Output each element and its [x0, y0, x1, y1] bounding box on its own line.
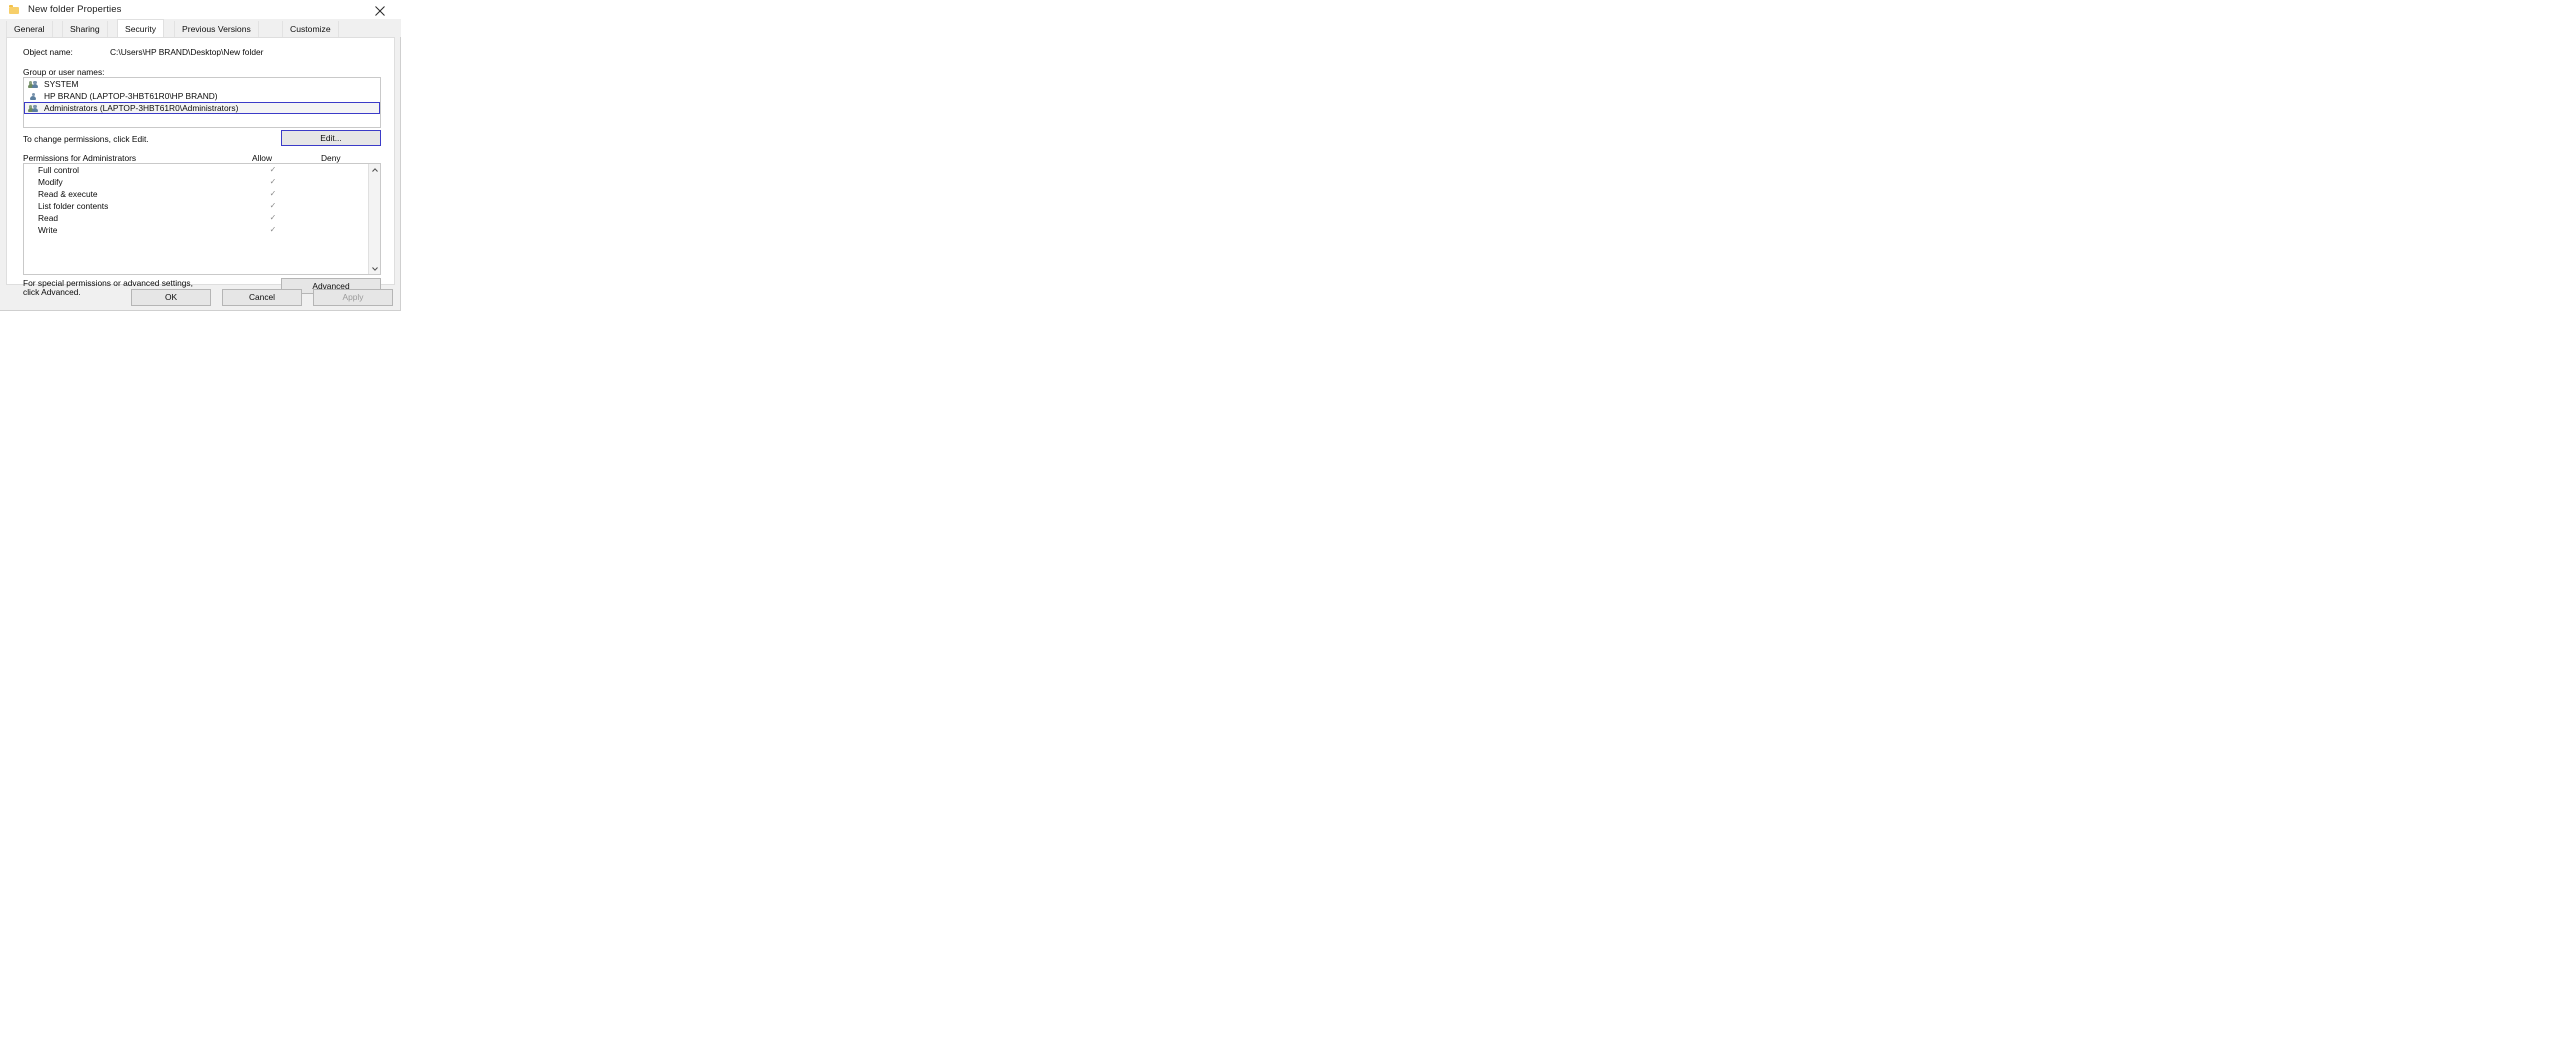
table-row[interactable]: Modify ✓: [24, 176, 380, 188]
list-item-label: SYSTEM: [44, 79, 79, 89]
table-row[interactable]: Read ✓: [24, 212, 380, 224]
permissions-title: Permissions for Administrators: [23, 153, 137, 163]
apply-button: Apply: [313, 289, 393, 306]
permissions-list[interactable]: Full control ✓ Modify ✓ Read & execute ✓…: [23, 163, 381, 275]
column-header-deny: Deny: [321, 153, 341, 163]
security-panel: Object name: C:\Users\HP BRAND\Desktop\N…: [6, 37, 395, 297]
scrollbar-thumb[interactable]: [369, 175, 380, 225]
permission-name: Write: [38, 225, 58, 235]
group-or-user-names-label: Group or user names:: [23, 67, 105, 77]
table-row[interactable]: Full control ✓: [24, 164, 380, 176]
list-item-label: Administrators (LAPTOP-3HBT61R0\Administ…: [44, 103, 239, 113]
table-row[interactable]: Read & execute ✓: [24, 188, 380, 200]
cancel-button[interactable]: Cancel: [222, 289, 302, 306]
column-header-allow: Allow: [252, 153, 273, 163]
allow-checkmark: ✓: [269, 201, 277, 210]
list-item-selected[interactable]: Administrators (LAPTOP-3HBT61R0\Administ…: [24, 102, 380, 114]
permission-name: List folder contents: [38, 201, 109, 211]
edit-hint-text: To change permissions, click Edit.: [23, 134, 149, 144]
allow-checkmark: ✓: [269, 177, 277, 186]
group-users-icon: [28, 80, 40, 89]
advanced-hint-line2: click Advanced.: [23, 287, 81, 297]
tab-strip: General Sharing Security Previous Versio…: [0, 19, 401, 37]
allow-checkmark: ✓: [269, 189, 277, 198]
object-name-label: Object name:: [23, 47, 73, 57]
allow-checkmark: ✓: [269, 225, 277, 234]
list-item[interactable]: HP BRAND (LAPTOP-3HBT61R0\HP BRAND): [24, 90, 380, 102]
permissions-scrollbar[interactable]: [368, 164, 380, 274]
folder-icon: [9, 5, 19, 14]
list-item-label: HP BRAND (LAPTOP-3HBT61R0\HP BRAND): [44, 91, 218, 101]
allow-checkmark: ✓: [269, 213, 277, 222]
screen: New folder Properties General Sharing Se…: [0, 0, 2560, 1042]
table-row[interactable]: Write ✓: [24, 224, 380, 236]
title-bar: New folder Properties: [0, 0, 401, 19]
permission-name: Read & execute: [38, 189, 98, 199]
list-item[interactable]: SYSTEM: [24, 78, 380, 90]
scroll-down-icon[interactable]: [369, 263, 380, 274]
permission-name: Read: [38, 213, 59, 223]
object-name-value: C:\Users\HP BRAND\Desktop\New folder: [110, 47, 264, 57]
tab-security[interactable]: Security: [117, 19, 165, 37]
window-title: New folder Properties: [28, 4, 122, 15]
single-user-icon: [28, 92, 40, 101]
group-user-list[interactable]: SYSTEM HP BRAND (LAPTOP-3HBT61R0\HP BRAN…: [23, 77, 381, 128]
tab-customize[interactable]: Customize: [282, 21, 339, 37]
tab-previous-versions[interactable]: Previous Versions: [174, 21, 259, 37]
ok-button[interactable]: OK: [131, 289, 211, 306]
tab-general[interactable]: General: [6, 21, 53, 37]
permission-name: Full control: [38, 165, 79, 175]
scroll-up-icon[interactable]: [369, 164, 380, 175]
properties-dialog: New folder Properties General Sharing Se…: [0, 0, 401, 311]
tab-sharing[interactable]: Sharing: [62, 21, 108, 37]
group-users-icon: [28, 104, 40, 113]
close-icon[interactable]: [369, 2, 391, 17]
edit-button[interactable]: Edit...: [281, 130, 381, 146]
permission-name: Modify: [38, 177, 63, 187]
allow-checkmark: ✓: [269, 165, 277, 174]
table-row[interactable]: List folder contents ✓: [24, 200, 380, 212]
